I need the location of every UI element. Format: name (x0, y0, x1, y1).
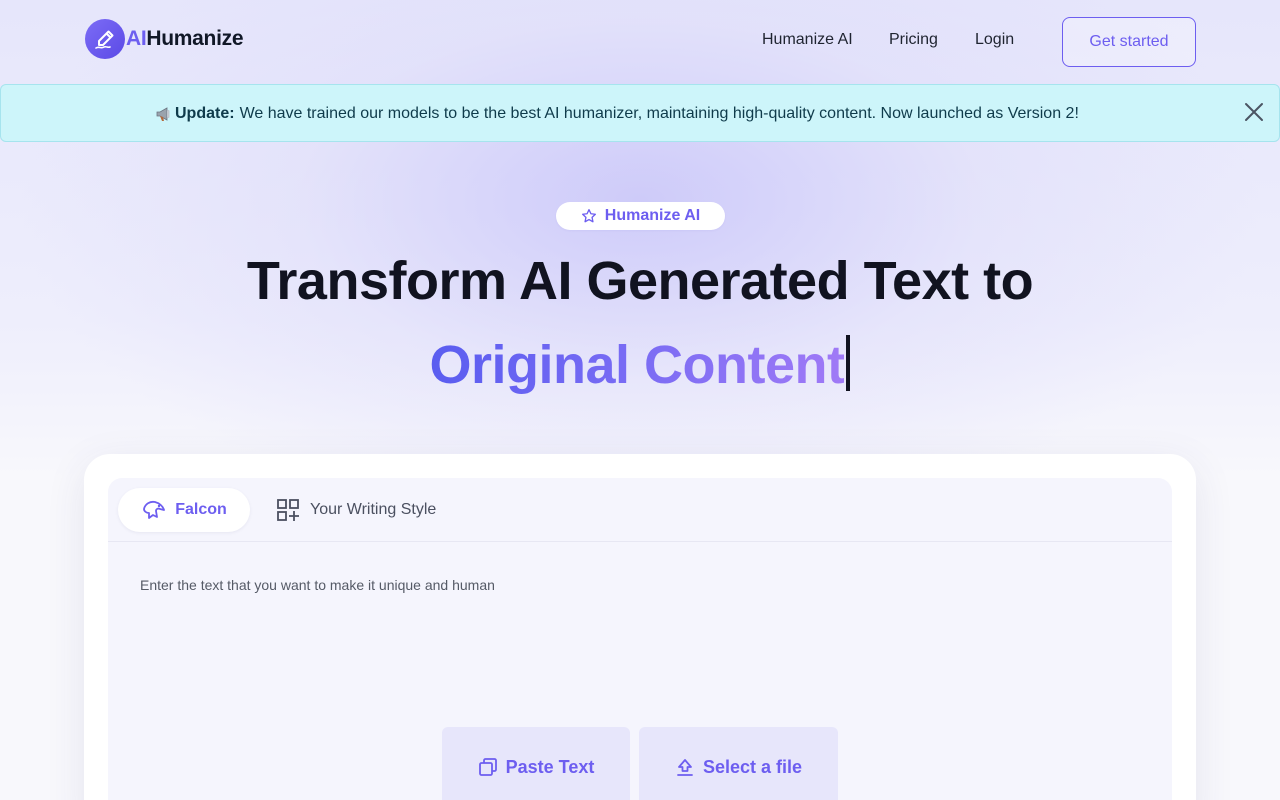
nav-link-humanize-ai[interactable]: Humanize AI (762, 31, 853, 49)
hero-pill: Humanize AI (556, 202, 725, 230)
close-icon[interactable] (1244, 102, 1264, 122)
typing-caret (846, 335, 851, 391)
tab-falcon-label: Falcon (175, 501, 227, 518)
paste-text-label: Paste Text (505, 756, 595, 777)
editor-tab-bar (108, 478, 1172, 542)
text-input[interactable]: Enter the text that you want to make it … (140, 577, 495, 593)
megaphone-icon (156, 107, 170, 121)
banner-text: We have trained our models to be the bes… (239, 105, 1079, 122)
banner-label: Update: (175, 105, 235, 122)
tab-writing-style[interactable]: Your Writing Style (276, 498, 436, 522)
pill-label: Humanize AI (604, 207, 701, 224)
tab-falcon[interactable]: Falcon (118, 488, 250, 532)
paste-text-button[interactable]: Paste Text (442, 727, 630, 800)
copy-icon (478, 758, 497, 776)
logo-pen-icon (85, 19, 125, 59)
get-started-button[interactable]: Get started (1062, 17, 1196, 67)
logo[interactable]: AIHumanize (85, 19, 244, 59)
hero-gradient-text: Original Content (429, 335, 845, 395)
select-file-label: Select a file (702, 756, 803, 777)
banner-message: Update: We have trained our models to be… (155, 104, 1079, 124)
tab-writing-style-label: Your Writing Style (310, 501, 437, 518)
site-header: AIHumanize Humanize AI Pricing Login Get… (0, 0, 1280, 84)
select-file-button[interactable]: Select a file (639, 727, 838, 800)
nav-link-login[interactable]: Login (975, 31, 1014, 49)
update-banner: Update: We have trained our models to be… (0, 84, 1280, 142)
nav-link-pricing[interactable]: Pricing (889, 31, 938, 49)
hero-subtitle: Original Content (0, 332, 1280, 398)
falcon-icon (143, 500, 166, 519)
star-icon (581, 209, 596, 223)
logo-text: AIHumanize (126, 27, 244, 50)
hero-title: Transform AI Generated Text to (246, 251, 1034, 311)
grid-plus-icon (277, 499, 299, 521)
upload-icon (677, 759, 693, 776)
